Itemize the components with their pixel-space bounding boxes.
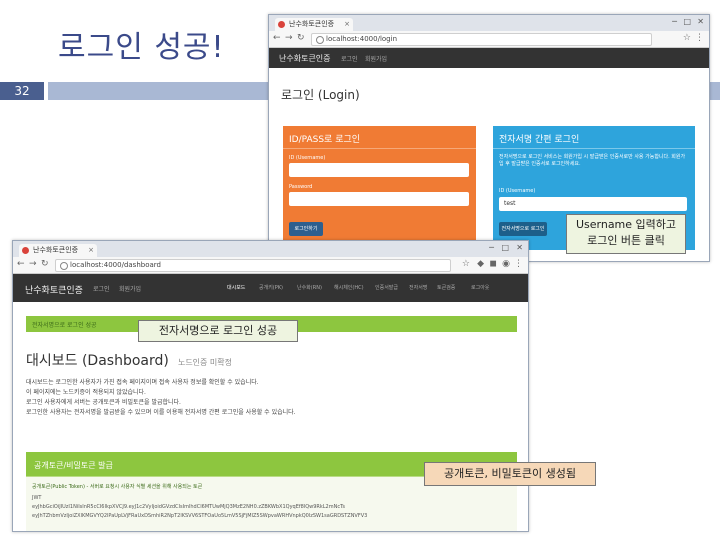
bookmark-star-icon[interactable]: ☆ — [683, 33, 691, 43]
tab-title: 난수화토큰인증 — [289, 20, 335, 28]
token-line: eyJhbGciOiJIUzI1NiIsInR5cCI6IkpXVCJ9.eyJ… — [32, 504, 345, 510]
id-label: ID (Username) — [289, 155, 326, 161]
username-callout: Username 입력하고 로그인 버튼 클릭 — [566, 214, 686, 254]
url-text: localhost:4000/login — [326, 35, 398, 43]
site-brand[interactable]: 난수화토큰인증 — [279, 53, 331, 64]
public-token-label: 공개토큰(Public Token) - 서버로 요청시 사용자 식별 세션을 … — [32, 484, 203, 490]
info-icon — [60, 262, 68, 270]
nav-link-dashboard[interactable]: 대시보드 — [227, 284, 245, 291]
id-card-title: ID/PASS로 로그인 — [289, 135, 361, 145]
site-favicon-icon — [22, 247, 29, 254]
id-pass-login-card: ID/PASS로 로그인 ID (Username) Password 로그인하… — [283, 126, 476, 250]
password-input[interactable] — [289, 192, 469, 206]
reload-icon[interactable]: ↻ — [297, 33, 305, 43]
dashboard-description: 대시보드는 로그인한 사용자가 가진 접속 페이지이며 접속 사용자 정보를 확… — [26, 378, 516, 418]
nav-link-hc[interactable]: 해시체인(HC) — [334, 284, 364, 291]
site-favicon-icon — [278, 21, 285, 28]
cert-username-value: test — [504, 200, 516, 207]
forward-icon[interactable]: → — [285, 33, 293, 43]
back-icon[interactable]: ← — [273, 33, 281, 43]
browser-tab[interactable]: 난수화토큰인증 × — [19, 244, 97, 257]
back-icon[interactable]: ← — [17, 259, 25, 269]
callout-line: Username 입력하고 — [575, 218, 677, 231]
description-line: 로그인 사용자에게 서버는 공개토큰과 비밀토큰을 발급합니다. — [26, 399, 181, 406]
dashboard-title-text: 대시보드 (Dashboard) — [26, 353, 169, 369]
nav-link-sign[interactable]: 전자서명 — [409, 284, 427, 291]
nav-link-signup[interactable]: 회원가입 — [119, 284, 141, 293]
address-bar: ← → ↻ localhost:4000/dashboard ☆ ◆ ◼ ◉ ⋮ — [13, 257, 528, 274]
description-line: 이 페이지에는 노드키증이 적용되지 않았습니다. — [26, 389, 146, 396]
description-line: 대시보드는 로그인한 사용자가 가진 접속 페이지이며 접속 사용자 정보를 확… — [26, 379, 259, 386]
tab-bar: 난수화토큰인증 × ─ □ ✕ — [269, 15, 709, 31]
site-brand[interactable]: 난수화토큰인증 — [25, 283, 83, 296]
callout-line: 로그인 버튼 클릭 — [587, 234, 665, 247]
tab-bar: 난수화토큰인증 × ─ □ ✕ — [13, 241, 528, 257]
maximize-icon[interactable]: □ — [683, 17, 691, 26]
url-input[interactable]: localhost:4000/dashboard — [55, 259, 451, 272]
cert-id-label: ID (Username) — [499, 188, 536, 194]
menu-icon[interactable]: ⋮ — [514, 259, 523, 269]
cert-login-button[interactable]: 전자서명으로 로그인 — [499, 222, 547, 236]
nav-link-login[interactable]: 로그인 — [93, 284, 110, 293]
description-line: 로그인한 사용자는 전자서명을 발급받을 수 있으며 이를 이용해 전자서명 간… — [26, 409, 296, 416]
nav-link-rn[interactable]: 난수화(RN) — [297, 284, 322, 291]
minimize-icon[interactable]: ─ — [672, 17, 677, 26]
bookmark-star-icon[interactable]: ☆ — [462, 259, 470, 269]
nav-link-pk[interactable]: 공개키(PK) — [259, 284, 283, 291]
minimize-icon[interactable]: ─ — [489, 243, 494, 252]
login-page-title: 로그인 (Login) — [281, 88, 360, 102]
nav-link-login[interactable]: 로그인 — [341, 54, 358, 63]
extension-icon[interactable]: ◼ — [490, 259, 497, 269]
cert-card-desc: 전자서명으로 로그인 서비스는 회원가입 시 발급받은 인증서로만 사용 가능합… — [499, 154, 686, 167]
site-navbar: 난수화토큰인증 로그인 회원가입 대시보드 공개키(PK) 난수화(RN) 해시… — [13, 274, 528, 302]
cert-card-divider — [493, 148, 695, 149]
success-alert-text: 전자서명으로 로그인 성공 — [32, 322, 97, 329]
close-window-icon[interactable]: ✕ — [516, 243, 523, 252]
password-label: Password — [289, 184, 313, 190]
id-login-button[interactable]: 로그인하기 — [289, 222, 323, 236]
extension-icon[interactable]: ◆ — [477, 259, 484, 269]
browser-tab[interactable]: 난수화토큰인증 × — [275, 18, 353, 31]
address-bar: ← → ↻ localhost:4000/login ☆ ⋮ — [269, 31, 709, 48]
tab-close-icon[interactable]: × — [88, 244, 94, 257]
extension-icon[interactable]: ◉ — [502, 259, 510, 269]
close-window-icon[interactable]: ✕ — [697, 17, 704, 26]
site-navbar: 난수화토큰인증 로그인 회원가입 — [269, 48, 709, 68]
username-input[interactable] — [289, 163, 469, 177]
dashboard-browser-window: 난수화토큰인증 × ─ □ ✕ ← → ↻ localhost:4000/das… — [12, 240, 529, 532]
info-icon — [316, 36, 324, 44]
url-input[interactable]: localhost:4000/login — [311, 33, 652, 46]
nav-link-logout[interactable]: 로그아웃 — [471, 284, 489, 291]
id-card-divider — [283, 148, 476, 149]
nav-link-verify[interactable]: 토큰검증 — [437, 284, 455, 291]
menu-icon[interactable]: ⋮ — [695, 33, 704, 43]
dashboard-title-sub: 노드인증 미확정 — [177, 358, 233, 367]
slide-number: 32 — [0, 82, 44, 100]
dashboard-title: 대시보드 (Dashboard) 노드인증 미확정 — [26, 350, 232, 370]
tab-title: 난수화토큰인증 — [33, 246, 79, 254]
maximize-icon[interactable]: □ — [501, 243, 509, 252]
cert-username-input[interactable]: test — [499, 197, 687, 211]
slide-title: 로그인 성공! — [58, 30, 225, 65]
url-text: localhost:4000/dashboard — [70, 261, 161, 269]
reload-icon[interactable]: ↻ — [41, 259, 49, 269]
jwt-label: JWT — [32, 495, 42, 501]
tab-close-icon[interactable]: × — [344, 18, 350, 31]
nav-link-signup[interactable]: 회원가입 — [365, 54, 387, 63]
token-line: eyJhTZhbmVzIjoiZXlKMGVYQ2lPaUpLVjFRaUxDS… — [32, 513, 368, 519]
cert-card-title: 전자서명 간편 로그인 — [499, 135, 580, 145]
login-success-callout: 전자서명으로 로그인 성공 — [138, 320, 298, 342]
forward-icon[interactable]: → — [29, 259, 37, 269]
token-panel-title: 공개토큰/비밀토큰 발급 — [34, 461, 113, 470]
tokens-callout: 공개토큰, 비밀토큰이 생성됨 — [424, 462, 596, 486]
nav-link-cert[interactable]: 인증서발급 — [375, 284, 398, 291]
